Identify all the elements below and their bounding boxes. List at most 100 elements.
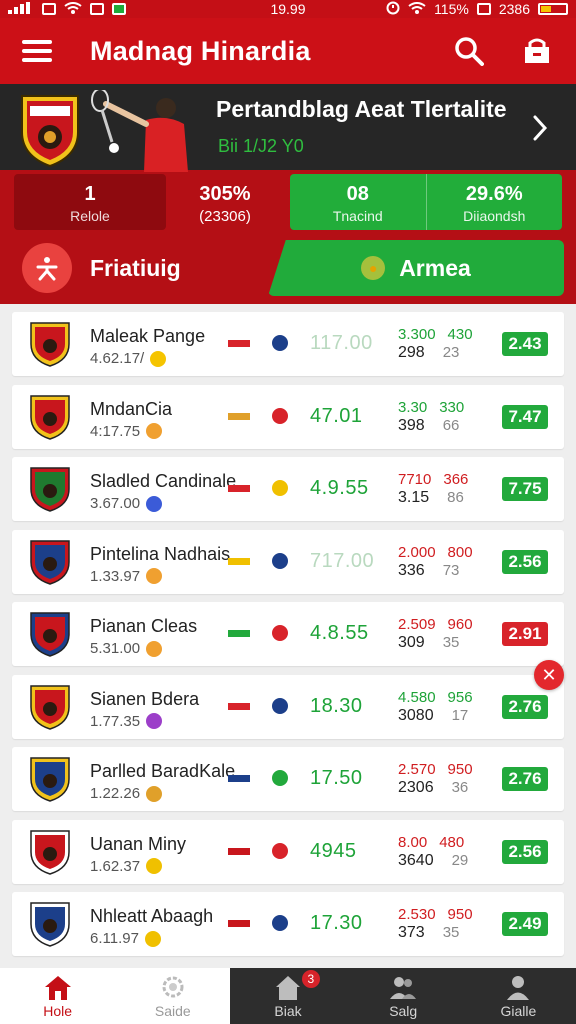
match-value: 4945 — [310, 839, 357, 862]
team-sub-text: 1.77.35 — [90, 712, 141, 730]
nav-salg[interactable]: Salg — [346, 968, 461, 1024]
coin-icon: ● — [361, 256, 386, 280]
odds-top-a: 2.570 — [398, 761, 436, 778]
list-item[interactable]: Pintelina Nadhais 1.33.97 717.00 2.000 8… — [12, 529, 564, 594]
match-value: 4.8.55 — [310, 622, 369, 644]
nav-gialle[interactable]: Gialle — [461, 968, 576, 1024]
team-name: Sladled Candinale — [90, 471, 237, 491]
status-bar: 19.99 115% 2386 — [0, 0, 576, 18]
odds-badge[interactable]: 2.56 — [502, 839, 548, 864]
team-sub: 5.31.00 — [90, 640, 163, 657]
home-icon — [44, 976, 71, 1000]
team-sub-text: 6.11.97 — [90, 930, 139, 947]
stat-diiaondsh-value: 29.6% — [465, 183, 523, 205]
odds-badge[interactable]: 2.91 — [502, 622, 548, 646]
badge-icon — [146, 640, 163, 657]
house-icon — [276, 976, 300, 1000]
badge-icon — [146, 713, 163, 729]
team-sub: 4:17.75 — [90, 423, 163, 440]
profile-icon — [507, 976, 530, 1000]
menu-icon[interactable] — [22, 40, 52, 62]
armea-button[interactable]: ● Armea — [268, 240, 564, 296]
stat-relole-value: 1 — [84, 183, 96, 205]
nav-biak[interactable]: Biak 3 — [230, 968, 345, 1024]
badge-icon — [146, 858, 163, 874]
odds-top: 3.30 330 — [398, 399, 464, 416]
list-item[interactable]: Uanan Miny 1.62.37 4945 8.00 480 3640 29… — [12, 819, 564, 884]
team-name: Sianen Bdera — [90, 688, 200, 709]
nav-gialle-label: Gialle — [500, 1003, 537, 1019]
hero-section: Pertandblag Aeat Tlertalite Bii 1/J2 Y0 … — [0, 84, 576, 304]
list-item[interactable]: Sladled Candinale 3.67.00 4.9.55 7710 36… — [12, 457, 564, 521]
odds-bottom-a: 3640 — [398, 851, 434, 869]
match-value: 17.50 — [310, 767, 363, 789]
odds-top-b: 950 — [447, 906, 473, 923]
list-item[interactable]: Pianan Cleas 5.31.00 4.8.55 2.509 960 30… — [12, 602, 564, 666]
nav-saide[interactable]: Saide — [115, 968, 231, 1024]
close-icon[interactable]: ✕ — [534, 660, 564, 690]
odds-top-b: 480 — [439, 833, 465, 851]
odds-badge[interactable]: 2.56 — [502, 549, 548, 574]
odds-bottom: 309 35 — [398, 634, 459, 652]
gear-icon — [162, 976, 184, 998]
odds-badge[interactable]: 7.75 — [502, 477, 548, 501]
team-sub-text: 3.67.00 — [90, 495, 141, 512]
odds-top-b: 430 — [447, 326, 473, 343]
odds-top-b: 950 — [447, 761, 473, 778]
team-sub-text: 1.33.97 — [90, 567, 141, 585]
odds-top: 2.570 950 — [398, 761, 473, 778]
odds-top-a: 8.00 — [398, 833, 428, 851]
stat-percent: 305% (23306) — [170, 174, 280, 230]
odds-badge[interactable]: 2.49 — [502, 912, 548, 936]
stat-tnacind-value: 08 — [346, 183, 369, 205]
badge-icon — [146, 568, 163, 584]
nav-saide-label: Saide — [154, 1003, 191, 1019]
odds-badge[interactable]: 2.76 — [502, 767, 548, 791]
odds-badge[interactable]: 2.43 — [502, 332, 548, 356]
odds-bottom-a: 309 — [398, 634, 425, 651]
player-image — [91, 90, 188, 172]
odds-bottom: 398 66 — [398, 417, 459, 435]
odds-top-b: 960 — [447, 616, 473, 633]
odds-top-b: 956 — [447, 688, 473, 706]
odds-bottom-b: 35 — [442, 924, 460, 941]
odds-bottom-b: 73 — [442, 561, 460, 579]
list-item[interactable]: Parlled BaradKale 1.22.26 17.50 2.570 95… — [12, 747, 564, 811]
bottom-nav: Hole Saide Biak 3 Salg Gialle — [0, 968, 576, 1024]
status-time: 19.99 — [270, 1, 306, 17]
friatiuig-button[interactable]: Friatiuig — [22, 242, 272, 294]
odds-top-a: 4.580 — [398, 688, 436, 706]
team-sub-text: 1.22.26 — [90, 785, 141, 802]
battery-icon — [538, 3, 568, 15]
team-name: MndanCia — [90, 398, 173, 419]
list-item[interactable]: MndanCia 4:17.75 47.01 3.30 330 398 66 7… — [12, 384, 564, 449]
badge-icon — [144, 930, 161, 947]
list-item[interactable]: Nhleatt Abaagh 6.11.97 17.30 2.530 950 3… — [12, 892, 564, 956]
stat-diiaondsh: 29.6% Diiaondsh — [425, 174, 563, 230]
odds-badge[interactable]: 2.76 — [502, 694, 548, 719]
store-icon[interactable] — [520, 34, 554, 68]
team-name: Uanan Miny — [90, 833, 187, 854]
odds-bottom-b: 23 — [442, 344, 460, 361]
badge-icon — [146, 785, 163, 802]
team-mark-icon — [272, 625, 288, 641]
chevron-right-icon[interactable] — [532, 114, 548, 142]
stat-relole: 1 Relole — [14, 174, 166, 230]
odds-top: 8.00 480 — [398, 834, 464, 851]
odds-badge[interactable]: 7.47 — [502, 404, 548, 429]
team-logo-icon — [30, 394, 70, 440]
team-mark-icon — [272, 697, 288, 714]
list-item[interactable]: Maleak Pange 4.62.17/ 117.00 3.300 430 2… — [12, 312, 564, 376]
odds-top: 2.000 800 — [398, 544, 473, 561]
search-icon[interactable] — [452, 34, 486, 68]
odds-bottom-a: 2306 — [398, 779, 434, 796]
stat-relole-label: Relole — [70, 208, 110, 224]
odds-top-a: 3.300 — [398, 326, 436, 343]
match-value: 18.30 — [310, 694, 363, 717]
odds-bottom-b: 35 — [442, 634, 460, 651]
odds-top: 2.530 950 — [398, 906, 473, 923]
list-item[interactable]: Sianen Bdera 1.77.35 18.30 4.580 956 308… — [12, 674, 564, 739]
stat-diiaondsh-label: Diiaondsh — [463, 208, 526, 224]
team-name: Maleak Pange — [90, 326, 206, 346]
nav-home[interactable]: Hole — [0, 968, 116, 1024]
